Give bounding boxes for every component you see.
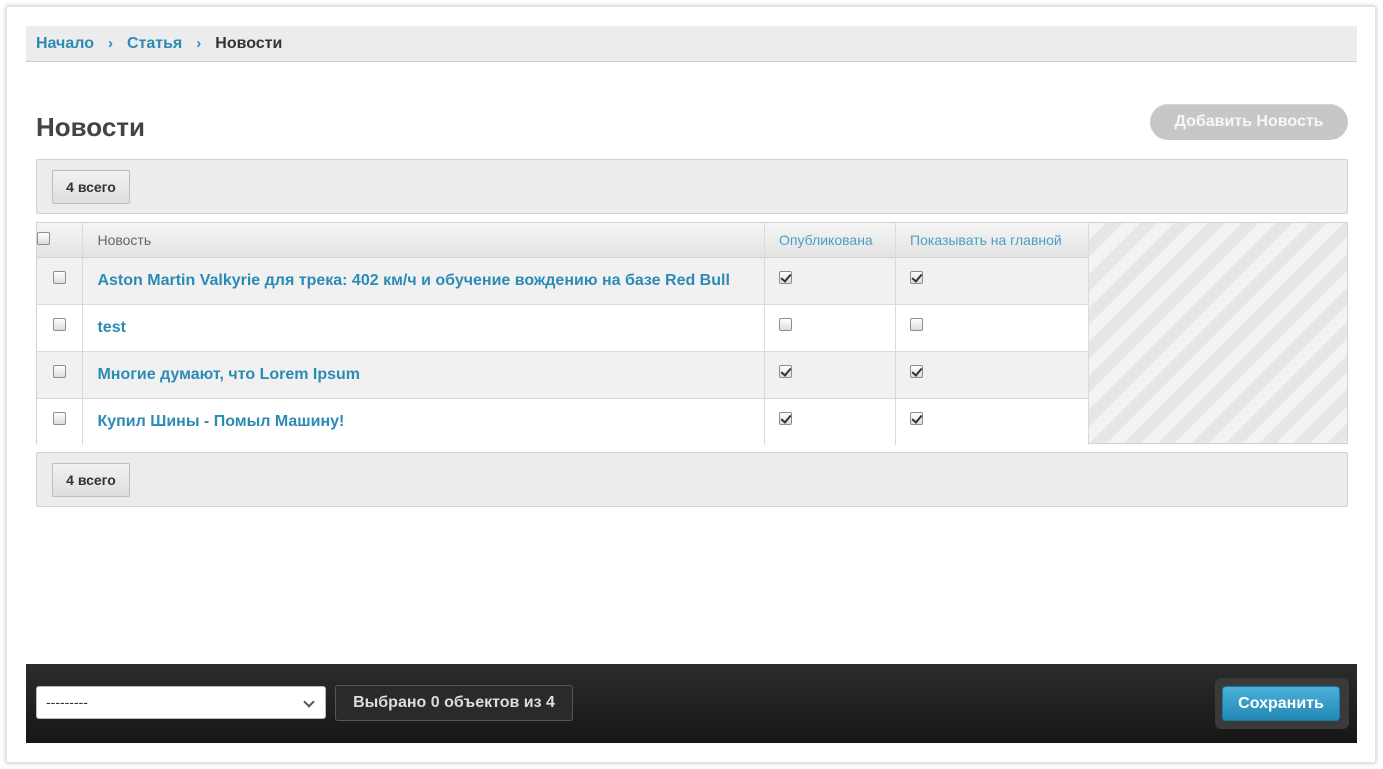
action-bar: --------- Выбрано 0 объектов из 4 Сохран… — [26, 664, 1357, 743]
breadcrumb-separator-icon: › — [107, 35, 113, 52]
select-all-checkbox[interactable] — [37, 231, 50, 245]
breadcrumb: Начало › Статья › Новости — [26, 26, 1357, 62]
news-title-link[interactable]: Aston Martin Valkyrie для трека: 402 км/… — [97, 272, 729, 289]
row-published-cell — [764, 398, 897, 445]
show-on-main-checkbox[interactable] — [910, 317, 924, 331]
breadcrumb-article[interactable]: Статья — [127, 35, 182, 53]
pager-bottom: 4 всего — [36, 452, 1348, 507]
row-show-on-main-cell — [895, 351, 1089, 399]
select-all-cell — [37, 223, 84, 258]
add-news-button[interactable]: Добавить Новость — [1150, 104, 1348, 140]
show-on-main-checkbox[interactable] — [910, 364, 924, 378]
row-show-on-main-cell — [895, 398, 1089, 445]
row-select-checkbox[interactable] — [53, 270, 67, 284]
action-select[interactable]: --------- — [36, 686, 326, 719]
column-header-title[interactable]: Новость — [82, 223, 766, 258]
pager-top: 4 всего — [36, 159, 1348, 214]
published-checkbox[interactable] — [779, 317, 793, 331]
row-select-cell — [37, 304, 84, 352]
column-header-published[interactable]: Опубликована — [764, 223, 897, 258]
row-select-cell — [37, 351, 84, 399]
show-on-main-checkbox[interactable] — [910, 270, 924, 284]
row-select-cell — [37, 398, 84, 445]
page-title: Новости — [36, 112, 146, 142]
news-title-link[interactable]: test — [97, 319, 125, 336]
breadcrumb-current: Новости — [215, 34, 283, 52]
row-published-cell — [764, 351, 897, 399]
published-checkbox[interactable] — [779, 412, 793, 426]
row-select-checkbox[interactable] — [53, 317, 67, 331]
total-count-button[interactable]: 4 всего — [52, 170, 130, 204]
news-title-link[interactable]: Многие думают, что Lorem Ipsum — [97, 366, 360, 383]
table-row: test — [37, 304, 1089, 352]
published-checkbox[interactable] — [779, 364, 793, 378]
news-table-container: Новость Опубликована Показывать на главн… — [36, 222, 1348, 445]
row-title-cell: test — [82, 304, 766, 352]
show-on-main-checkbox[interactable] — [910, 412, 924, 426]
row-title-cell: Aston Martin Valkyrie для трека: 402 км/… — [82, 257, 766, 305]
table-header-row: Новость Опубликована Показывать на главн… — [37, 223, 1089, 258]
save-button[interactable]: Сохранить — [1222, 686, 1340, 721]
published-checkbox[interactable] — [779, 270, 793, 284]
row-published-cell — [764, 257, 897, 305]
row-title-cell: Многие думают, что Lorem Ipsum — [82, 351, 766, 399]
row-show-on-main-cell — [895, 257, 1089, 305]
row-select-checkbox[interactable] — [53, 412, 67, 426]
news-table: Новость Опубликована Показывать на главн… — [37, 223, 1089, 445]
row-published-cell — [764, 304, 897, 352]
selected-counter: Выбрано 0 объектов из 4 — [335, 685, 573, 721]
row-select-checkbox[interactable] — [53, 364, 67, 378]
row-title-cell: Купил Шины - Помыл Машину! — [82, 398, 766, 445]
column-header-show-on-main[interactable]: Показывать на главной — [895, 223, 1089, 258]
save-button-container: Сохранить — [1215, 678, 1349, 729]
chevron-down-icon — [303, 696, 315, 708]
action-select-value: --------- — [46, 694, 88, 710]
row-select-cell — [37, 257, 84, 305]
news-title-link[interactable]: Купил Шины - Помыл Машину! — [97, 413, 344, 430]
table-row: Aston Martin Valkyrie для трека: 402 км/… — [37, 257, 1089, 305]
breadcrumb-home[interactable]: Начало — [36, 35, 94, 53]
table-row: Многие думают, что Lorem Ipsum — [37, 351, 1089, 399]
row-show-on-main-cell — [895, 304, 1089, 352]
total-count-button[interactable]: 4 всего — [52, 463, 130, 497]
breadcrumb-separator-icon: › — [196, 35, 202, 52]
table-row: Купил Шины - Помыл Машину! — [37, 398, 1089, 445]
